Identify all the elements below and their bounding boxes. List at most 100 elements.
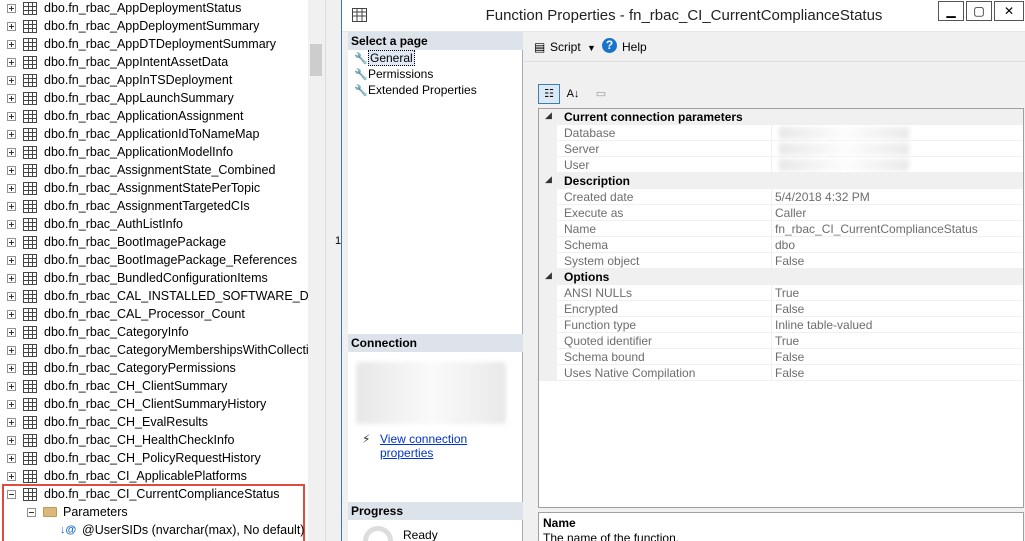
tree-item[interactable]: dbo.fn_rbac_CH_PolicyRequestHistory (0, 450, 308, 468)
expand-icon[interactable] (7, 112, 16, 121)
expand-icon[interactable] (7, 58, 16, 67)
expand-icon[interactable] (7, 40, 16, 49)
expand-icon[interactable] (7, 364, 16, 373)
expand-icon[interactable] (7, 400, 16, 409)
expand-icon[interactable] (7, 148, 16, 157)
expand-icon[interactable] (7, 166, 16, 175)
tree-item[interactable]: dbo.fn_rbac_AppInTSDeployment (0, 72, 308, 90)
expand-icon[interactable] (7, 130, 16, 139)
script-button[interactable]: Script (550, 40, 581, 54)
page-extended-properties[interactable]: 🔧Extended Properties (354, 83, 477, 99)
help-button[interactable]: Help (622, 40, 647, 54)
tree-item[interactable]: dbo.fn_rbac_CAL_INSTALLED_SOFTWARE_DATA (0, 288, 308, 306)
page-general[interactable]: 🔧 General (354, 50, 415, 67)
property-row[interactable]: Function type Inline table-valued (539, 317, 1023, 333)
category-label: Description (564, 174, 631, 188)
property-category[interactable]: ◢ Description (539, 173, 1023, 189)
property-value: Caller (775, 206, 807, 220)
categorized-icon[interactable]: ☷ (538, 84, 560, 104)
expand-icon[interactable] (7, 220, 16, 229)
property-grid: ◢ Current connection parameters Database Se… (538, 108, 1024, 508)
tree-item[interactable]: dbo.fn_rbac_CAL_Processor_Count (0, 306, 308, 324)
property-row[interactable]: System object False (539, 253, 1023, 269)
alphabetical-sort-icon[interactable]: A↓ (562, 84, 584, 104)
expand-icon[interactable] (7, 94, 16, 103)
property-category[interactable]: ◢ Options (539, 269, 1023, 285)
maximize-button[interactable]: ▢ (966, 1, 992, 21)
tree-item[interactable]: dbo.fn_rbac_CategoryInfo (0, 324, 308, 342)
view-connection-properties-link[interactable]: View connection properties (380, 432, 522, 460)
tree-item[interactable]: dbo.fn_rbac_CategoryPermissions (0, 360, 308, 378)
pane-splitter[interactable] (325, 0, 341, 541)
tree-item[interactable]: dbo.fn_rbac_AssignmentState_Combined (0, 162, 308, 180)
expand-icon[interactable] (7, 436, 16, 445)
property-row[interactable]: ANSI NULLs True (539, 285, 1023, 301)
tree-item[interactable]: dbo.fn_rbac_CH_EvalResults (0, 414, 308, 432)
collapse-icon[interactable] (7, 490, 16, 499)
tree-item-selected[interactable]: dbo.fn_rbac_CI_CurrentComplianceStatus (0, 486, 308, 504)
tree-item[interactable]: dbo.fn_rbac_AuthListInfo (0, 216, 308, 234)
tree-item[interactable]: dbo.fn_rbac_CH_ClientSummary (0, 378, 308, 396)
expand-icon[interactable] (7, 4, 16, 13)
expand-icon[interactable] (7, 76, 16, 85)
tree-scrollbar[interactable] (308, 0, 325, 541)
page-permissions[interactable]: 🔧Permissions (354, 67, 433, 83)
expand-icon[interactable] (7, 274, 16, 283)
expand-icon[interactable] (7, 346, 16, 355)
minimize-button[interactable]: ▁ (938, 1, 964, 21)
tree-item[interactable]: dbo.fn_rbac_CH_HealthCheckInfo (0, 432, 308, 450)
expand-icon[interactable] (7, 184, 16, 193)
tree-item-parameters[interactable]: Parameters (0, 504, 308, 522)
property-row[interactable]: Schema dbo (539, 237, 1023, 253)
expand-icon[interactable] (7, 22, 16, 31)
tree-item[interactable]: dbo.fn_rbac_AssignmentStatePerTopic (0, 180, 308, 198)
expand-icon[interactable] (7, 256, 16, 265)
property-row[interactable]: Schema bound False (539, 349, 1023, 365)
expand-icon[interactable] (7, 292, 16, 301)
script-dropdown-icon[interactable]: ▼ (587, 43, 596, 53)
tree-item[interactable]: dbo.fn_rbac_ApplicationIdToNameMap (0, 126, 308, 144)
collapse-icon[interactable]: ◢ (545, 270, 552, 281)
tree-item[interactable]: dbo.fn_rbac_CategoryMembershipsWithColle… (0, 342, 308, 360)
property-row[interactable]: Server (539, 141, 1023, 157)
tree-item[interactable]: dbo.fn_rbac_CH_ClientSummaryHistory (0, 396, 308, 414)
expand-icon[interactable] (7, 382, 16, 391)
tree-item[interactable]: dbo.fn_rbac_AssignmentTargetedCIs (0, 198, 308, 216)
help-icon[interactable]: ? (602, 38, 617, 53)
expand-icon[interactable] (7, 202, 16, 211)
property-row[interactable]: Database (539, 125, 1023, 141)
tree-item[interactable]: dbo.fn_rbac_BootImagePackage_References (0, 252, 308, 270)
expand-icon[interactable] (7, 328, 16, 337)
property-row[interactable]: Execute as Caller (539, 205, 1023, 221)
close-button[interactable]: ✕ (994, 1, 1024, 21)
expand-icon[interactable] (7, 472, 16, 481)
function-icon (23, 38, 37, 51)
tree-item[interactable]: dbo.fn_rbac_BootImagePackage (0, 234, 308, 252)
collapse-icon[interactable] (27, 508, 36, 517)
tree-item[interactable]: dbo.fn_rbac_AppIntentAssetData (0, 54, 308, 72)
scrollbar-thumb[interactable] (310, 44, 322, 76)
collapse-icon[interactable]: ◢ (545, 174, 552, 185)
property-row[interactable]: Name fn_rbac_CI_CurrentComplianceStatus (539, 221, 1023, 237)
tree-item[interactable]: dbo.fn_rbac_AppDTDeploymentSummary (0, 36, 308, 54)
property-row[interactable]: Encrypted False (539, 301, 1023, 317)
expand-icon[interactable] (7, 418, 16, 427)
expand-icon[interactable] (7, 310, 16, 319)
tree-item[interactable]: dbo.fn_rbac_ApplicationAssignment (0, 108, 308, 126)
tree-item[interactable]: dbo.fn_rbac_ApplicationModelInfo (0, 144, 308, 162)
tree-item[interactable]: dbo.fn_rbac_AppLaunchSummary (0, 90, 308, 108)
property-category[interactable]: ◢ Current connection parameters (539, 109, 1023, 125)
expand-icon[interactable] (7, 238, 16, 247)
property-row[interactable]: Created date 5/4/2018 4:32 PM (539, 189, 1023, 205)
property-pages-icon[interactable]: ▭ (590, 84, 612, 104)
property-row[interactable]: Quoted identifier True (539, 333, 1023, 349)
tree-item-label: dbo.fn_rbac_AppDeploymentStatus (44, 1, 242, 15)
tree-item[interactable]: dbo.fn_rbac_BundledConfigurationItems (0, 270, 308, 288)
collapse-icon[interactable]: ◢ (545, 110, 552, 121)
property-row[interactable]: Uses Native Compilation False (539, 365, 1023, 381)
tree-item[interactable]: dbo.fn_rbac_AppDeploymentSummary (0, 18, 308, 36)
expand-icon[interactable] (7, 454, 16, 463)
tree-item[interactable]: dbo.fn_rbac_AppDeploymentStatus (0, 0, 308, 18)
property-row[interactable]: User (539, 157, 1023, 173)
tree-item-parameter[interactable]: ↓@ @UserSIDs (nvarchar(max), No default) (0, 522, 308, 540)
